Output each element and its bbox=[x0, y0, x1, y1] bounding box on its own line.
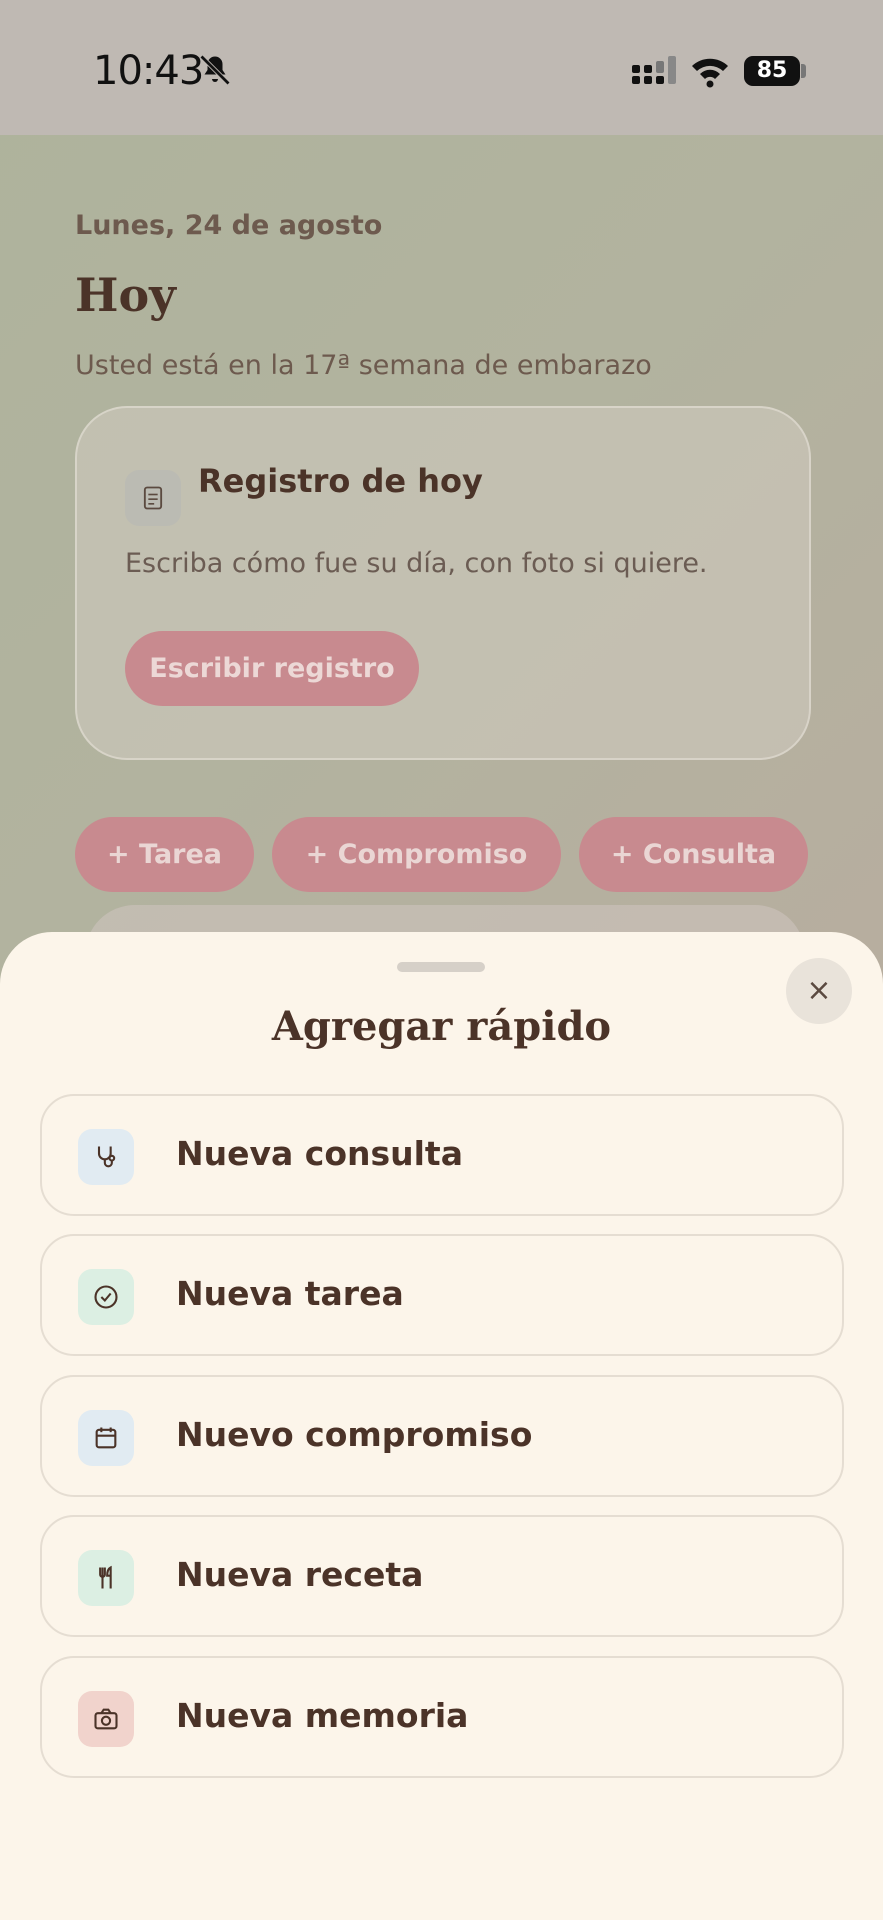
signal-icon bbox=[632, 56, 676, 84]
new-commitment-item[interactable]: Nuevo compromiso bbox=[40, 1375, 844, 1497]
bell-muted-icon bbox=[199, 54, 231, 86]
new-recipe-item[interactable]: Nueva receta bbox=[40, 1515, 844, 1637]
check-circle-icon bbox=[78, 1269, 134, 1325]
write-log-button[interactable]: Escribir registro bbox=[125, 631, 419, 706]
add-commitment-pill[interactable]: + Compromiso bbox=[272, 817, 561, 892]
item-label: Nueva tarea bbox=[176, 1274, 404, 1313]
new-consultation-item[interactable]: Nueva consulta bbox=[40, 1094, 844, 1216]
utensils-icon bbox=[78, 1550, 134, 1606]
battery-tip bbox=[801, 64, 806, 78]
new-memory-item[interactable]: Nueva memoria bbox=[40, 1656, 844, 1778]
add-task-pill[interactable]: + Tarea bbox=[75, 817, 254, 892]
pregnancy-week-text: Usted está en la 17ª semana de embarazo bbox=[75, 350, 652, 381]
wifi-icon bbox=[692, 58, 728, 88]
sheet-title: Agregar rápido bbox=[271, 1003, 612, 1050]
stethoscope-icon bbox=[78, 1129, 134, 1185]
battery-indicator: 85 bbox=[744, 56, 800, 86]
today-log-card bbox=[75, 406, 811, 760]
add-consultation-pill[interactable]: + Consulta bbox=[579, 817, 808, 892]
item-label: Nueva memoria bbox=[176, 1696, 469, 1735]
item-label: Nuevo compromiso bbox=[176, 1415, 533, 1454]
item-label: Nueva consulta bbox=[176, 1134, 463, 1173]
status-bar: 10:43 85 bbox=[0, 0, 883, 135]
date-label: Lunes, 24 de agosto bbox=[75, 210, 383, 241]
sheet-drag-handle[interactable] bbox=[397, 962, 485, 972]
card-description: Escriba cómo fue su día, con foto si qui… bbox=[125, 548, 708, 579]
calendar-icon bbox=[78, 1410, 134, 1466]
document-icon bbox=[125, 470, 181, 526]
item-label: Nueva receta bbox=[176, 1555, 424, 1594]
new-task-item[interactable]: Nueva tarea bbox=[40, 1234, 844, 1356]
status-time: 10:43 bbox=[93, 48, 204, 94]
page-title: Hoy bbox=[75, 268, 176, 322]
card-title: Registro de hoy bbox=[198, 462, 483, 500]
camera-icon bbox=[78, 1691, 134, 1747]
